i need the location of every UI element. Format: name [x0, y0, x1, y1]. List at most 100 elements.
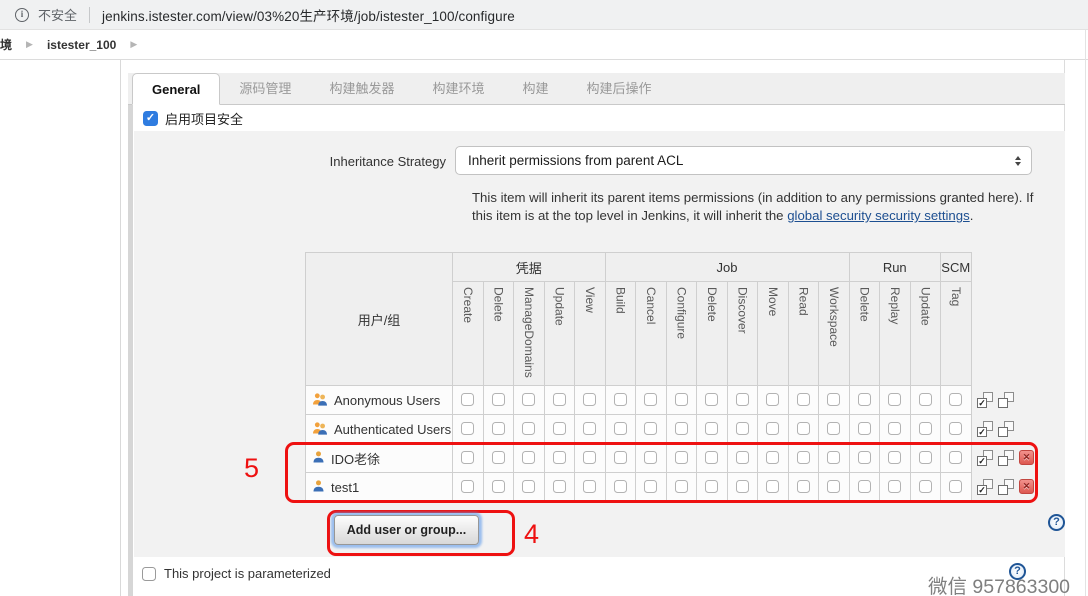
- permission-checkbox-Delete[interactable]: [492, 422, 505, 435]
- permission-cell: [514, 386, 545, 415]
- tab-源码管理[interactable]: 源码管理: [220, 73, 310, 104]
- matrix-col-Update: Update: [544, 282, 575, 386]
- permission-cell: [575, 386, 606, 415]
- group-icon: [312, 392, 328, 409]
- annotation-digit-4: 4: [524, 519, 539, 550]
- permission-checkbox-Create[interactable]: [461, 422, 474, 435]
- permission-checkbox-View[interactable]: [583, 422, 596, 435]
- select-all-icon[interactable]: ✓: [977, 392, 993, 408]
- permission-cell: [910, 386, 941, 415]
- select-all-icon[interactable]: ✓: [977, 421, 993, 437]
- inheritance-strategy-select[interactable]: Inherit permissions from parent ACL: [455, 146, 1032, 175]
- permission-checkbox-Delete[interactable]: [705, 393, 718, 406]
- permission-cell: [514, 415, 545, 444]
- permission-cell: [819, 415, 850, 444]
- permission-checkbox-Cancel[interactable]: [644, 393, 657, 406]
- url-text[interactable]: jenkins.istester.com/view/03%20生产环境/job/…: [102, 5, 515, 25]
- permission-checkbox-Replay[interactable]: [888, 422, 901, 435]
- matrix-row-label-inner: Anonymous Users: [312, 392, 452, 409]
- matrix-row-label-inner: Authenticated Users: [312, 421, 452, 438]
- permission-cell: [880, 415, 911, 444]
- matrix-col-Replay: Replay: [880, 282, 911, 386]
- add-user-or-group-button[interactable]: Add user or group...: [334, 515, 479, 545]
- matrix-col-Tag: Tag: [941, 282, 972, 386]
- matrix-group-凭据: 凭据: [453, 253, 606, 282]
- permission-checkbox-Update[interactable]: [919, 422, 932, 435]
- global-security-settings-link[interactable]: global security security settings: [787, 208, 970, 223]
- matrix-help-icon[interactable]: ?: [1048, 514, 1065, 531]
- permission-checkbox-Tag[interactable]: [949, 393, 962, 406]
- permission-checkbox-Read[interactable]: [797, 393, 810, 406]
- select-updown-icon: [1015, 156, 1021, 166]
- permission-checkbox-Move[interactable]: [766, 422, 779, 435]
- permission-checkbox-Delete[interactable]: [858, 422, 871, 435]
- permission-checkbox-Workspace[interactable]: [827, 422, 840, 435]
- matrix-col-View: View: [575, 282, 606, 386]
- permission-cell: [636, 386, 667, 415]
- annotation-box-rows: [285, 442, 1038, 503]
- permission-checkbox-Cancel[interactable]: [644, 422, 657, 435]
- permission-cell: [849, 386, 880, 415]
- browser-address-bar[interactable]: i 不安全 jenkins.istester.com/view/03%20生产环…: [0, 0, 1088, 30]
- parameterized-label: This project is parameterized: [164, 566, 331, 581]
- tab-构建环境[interactable]: 构建环境: [413, 73, 503, 104]
- permission-checkbox-Tag[interactable]: [949, 422, 962, 435]
- permission-checkbox-Discover[interactable]: [736, 422, 749, 435]
- parameterized-checkbox[interactable]: [142, 567, 156, 581]
- permission-cell: [788, 415, 819, 444]
- tab-构建后操作[interactable]: 构建后操作: [567, 73, 670, 104]
- tab-bar: General源码管理构建触发器构建环境构建构建后操作: [128, 73, 1065, 105]
- permission-checkbox-ManageDomains[interactable]: [522, 393, 535, 406]
- permission-checkbox-Configure[interactable]: [675, 393, 688, 406]
- permission-cell: [849, 415, 880, 444]
- matrix-col-Read: Read: [788, 282, 819, 386]
- permission-cell: [666, 415, 697, 444]
- scrollbar-track[interactable]: [1085, 30, 1086, 596]
- inheritance-strategy-value: Inherit permissions from parent ACL: [468, 153, 1015, 168]
- permission-checkbox-Update[interactable]: [553, 393, 566, 406]
- help-line-2-end: .: [970, 208, 974, 223]
- site-info-icon[interactable]: i: [15, 8, 29, 22]
- matrix-row-name: Authenticated Users: [334, 422, 451, 437]
- chevron-right-icon: ▶: [26, 39, 33, 50]
- tab-构建[interactable]: 构建: [503, 73, 567, 104]
- matrix-group-Job: Job: [605, 253, 849, 282]
- help-line-1: This item will inherit its parent items …: [472, 190, 1033, 205]
- permission-checkbox-Update[interactable]: [919, 393, 932, 406]
- permission-checkbox-Configure[interactable]: [675, 422, 688, 435]
- permission-cell: [819, 386, 850, 415]
- permission-checkbox-View[interactable]: [583, 393, 596, 406]
- permission-checkbox-Read[interactable]: [797, 422, 810, 435]
- permission-cell: [605, 386, 636, 415]
- permission-cell: [453, 415, 484, 444]
- matrix-row-label: Anonymous Users: [306, 386, 453, 415]
- matrix-col-Update: Update: [910, 282, 941, 386]
- permission-checkbox-Build[interactable]: [614, 422, 627, 435]
- permission-cell: [697, 386, 728, 415]
- permission-cell: [941, 386, 972, 415]
- permission-checkbox-Delete[interactable]: [705, 422, 718, 435]
- permission-checkbox-Delete[interactable]: [492, 393, 505, 406]
- row-control: ✓: [977, 385, 1034, 414]
- permission-cell: [758, 386, 789, 415]
- permission-cell: [544, 415, 575, 444]
- chevron-right-icon: ▶: [130, 39, 137, 50]
- enable-security-checkbox[interactable]: ✓: [143, 111, 158, 126]
- permission-checkbox-Discover[interactable]: [736, 393, 749, 406]
- permission-checkbox-Create[interactable]: [461, 393, 474, 406]
- matrix-col-Cancel: Cancel: [636, 282, 667, 386]
- permission-checkbox-Replay[interactable]: [888, 393, 901, 406]
- tab-General[interactable]: General: [132, 73, 220, 105]
- permission-checkbox-Update[interactable]: [553, 422, 566, 435]
- breadcrumb-item[interactable]: 生产环境: [0, 36, 12, 53]
- permission-checkbox-ManageDomains[interactable]: [522, 422, 535, 435]
- breadcrumb-item[interactable]: istester_100: [47, 38, 116, 52]
- permission-checkbox-Delete[interactable]: [858, 393, 871, 406]
- unselect-all-icon[interactable]: [998, 421, 1014, 437]
- unselect-all-icon[interactable]: [998, 392, 1014, 408]
- permission-checkbox-Build[interactable]: [614, 393, 627, 406]
- permission-checkbox-Workspace[interactable]: [827, 393, 840, 406]
- tab-构建触发器[interactable]: 构建触发器: [310, 73, 413, 104]
- permission-cell: [453, 386, 484, 415]
- permission-checkbox-Move[interactable]: [766, 393, 779, 406]
